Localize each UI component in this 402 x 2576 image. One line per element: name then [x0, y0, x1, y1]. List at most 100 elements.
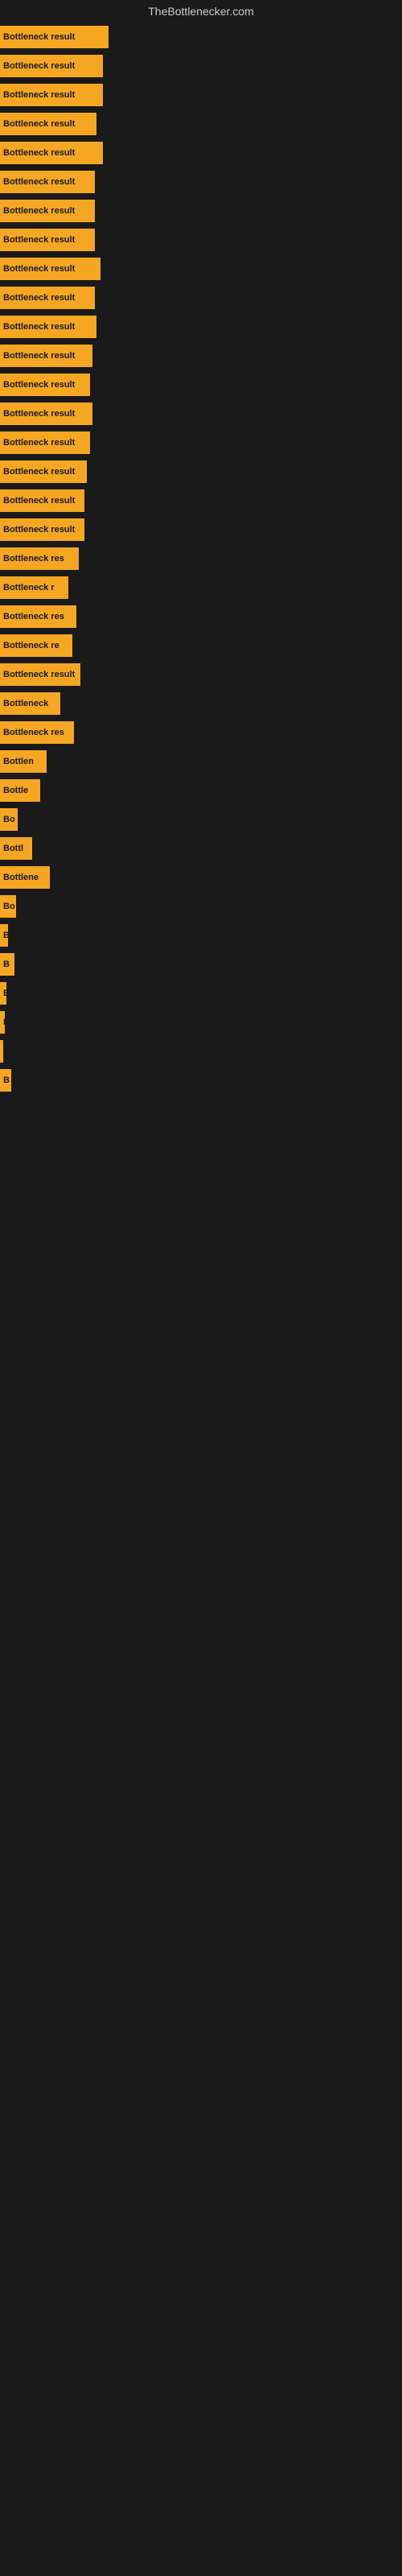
bar-row: Bottlen [0, 747, 402, 776]
bar-label: Bottleneck result [3, 119, 75, 129]
bar-label: Bottleneck result [3, 235, 75, 245]
bar-row: Bottleneck result [0, 254, 402, 283]
bar-label: Bottleneck result [3, 525, 75, 535]
bar-row: Bottleneck result [0, 109, 402, 138]
bar-item: Bottleneck result [0, 431, 90, 454]
bar-label: B [3, 960, 10, 969]
bar-item: Bo [0, 895, 16, 918]
bar-row: Bottleneck r [0, 573, 402, 602]
bar-row: Bottleneck result [0, 457, 402, 486]
bar-label: Bottleneck result [3, 351, 75, 361]
bar-row [0, 1037, 402, 1066]
bar-item: Bottl [0, 837, 32, 860]
bar-label: Bottleneck r [3, 583, 55, 592]
bar-row: Bottleneck result [0, 52, 402, 80]
bar-row: B [0, 1066, 402, 1095]
bar-item: Bottleneck result [0, 171, 95, 193]
bar-label: Bottlene [3, 873, 39, 882]
bar-item: B [0, 1069, 11, 1092]
bar-label: Bottleneck result [3, 206, 75, 216]
bar-row: Bottleneck result [0, 428, 402, 457]
bar-label: B [3, 1075, 10, 1085]
bar-item: Bottleneck [0, 692, 60, 715]
bar-item: Bottleneck result [0, 287, 95, 309]
bar-item [0, 1040, 3, 1063]
bar-label: B [3, 1018, 5, 1027]
bar-label: Bottleneck res [3, 612, 64, 621]
bar-row: Bottleneck result [0, 167, 402, 196]
bar-row: Bo [0, 805, 402, 834]
bar-row: Bottleneck result [0, 138, 402, 167]
bar-item: Bottleneck result [0, 402, 92, 425]
bar-item: Bottleneck res [0, 721, 74, 744]
bar-row: B [0, 1008, 402, 1037]
bar-item: Bottleneck result [0, 489, 84, 512]
bar-item: Bottlene [0, 866, 50, 889]
bar-item: B [0, 924, 8, 947]
bar-item: Bottleneck result [0, 374, 90, 396]
bar-item: Bottleneck result [0, 200, 95, 222]
bar-item: Bottleneck result [0, 460, 87, 483]
bar-label: Bottleneck result [3, 496, 75, 506]
bar-row: Bottleneck result [0, 399, 402, 428]
bar-item: Bottlen [0, 750, 47, 773]
bar-row: Bottleneck result [0, 312, 402, 341]
bar-row: Bottleneck result [0, 660, 402, 689]
bar-row: Bottleneck res [0, 544, 402, 573]
bar-label: Bottlen [3, 757, 34, 766]
bar-label: Bottleneck res [3, 554, 64, 564]
site-title: TheBottlenecker.com [0, 0, 402, 23]
bar-item: Bottleneck result [0, 518, 84, 541]
bar-label: Bo [3, 815, 15, 824]
bar-row: Bottleneck res [0, 718, 402, 747]
bar-row: Bottl [0, 834, 402, 863]
bar-item: B [0, 982, 6, 1005]
bar-label: Bottleneck result [3, 670, 75, 679]
bar-label: Bottleneck result [3, 148, 75, 158]
bar-row: Bottle [0, 776, 402, 805]
bar-row: Bottleneck result [0, 341, 402, 370]
bar-label: Bottleneck res [3, 728, 64, 737]
bar-item: Bottleneck result [0, 113, 96, 135]
bar-item: Bottleneck r [0, 576, 68, 599]
bar-item: Bottleneck result [0, 55, 103, 77]
bar-label: B [3, 931, 8, 940]
bar-label: Bottleneck result [3, 467, 75, 477]
bar-row: Bottleneck result [0, 515, 402, 544]
bar-item: Bo [0, 808, 18, 831]
bar-item: Bottleneck result [0, 663, 80, 686]
bar-item: Bottleneck result [0, 142, 103, 164]
bar-item: Bottleneck res [0, 547, 79, 570]
bar-row: B [0, 921, 402, 950]
bar-item: Bottleneck result [0, 258, 100, 280]
bars-container: Bottleneck result Bottleneck result Bottle… [0, 23, 402, 1095]
bar-item: Bottleneck res [0, 605, 76, 628]
bar-label: Bottleneck result [3, 438, 75, 448]
bar-row: Bottleneck result [0, 225, 402, 254]
bar-label: Bottleneck result [3, 61, 75, 71]
bar-row: Bottleneck result [0, 283, 402, 312]
bar-item: Bottleneck result [0, 84, 103, 106]
bar-label: Bo [3, 902, 15, 911]
bar-row: Bottleneck result [0, 80, 402, 109]
bar-row: Bottleneck result [0, 486, 402, 515]
bar-item: Bottleneck result [0, 316, 96, 338]
bar-label: Bottleneck result [3, 293, 75, 303]
bar-row: B [0, 979, 402, 1008]
bar-label: Bottleneck re [3, 641, 59, 650]
bar-item: Bottleneck result [0, 345, 92, 367]
bar-item: Bottleneck result [0, 229, 95, 251]
bar-label: Bottleneck result [3, 32, 75, 42]
bar-label: Bottleneck result [3, 322, 75, 332]
bar-label: Bottleneck result [3, 409, 75, 419]
bar-label: Bottleneck [3, 699, 48, 708]
bar-label: Bottleneck result [3, 177, 75, 187]
bar-row: Bottleneck res [0, 602, 402, 631]
bar-label: B [3, 989, 6, 998]
bar-item: B [0, 953, 14, 976]
bar-item: Bottleneck result [0, 26, 109, 48]
bar-row: Bottlene [0, 863, 402, 892]
bar-label: Bottl [3, 844, 23, 853]
bar-label: Bottleneck result [3, 90, 75, 100]
bar-item: B [0, 1011, 5, 1034]
